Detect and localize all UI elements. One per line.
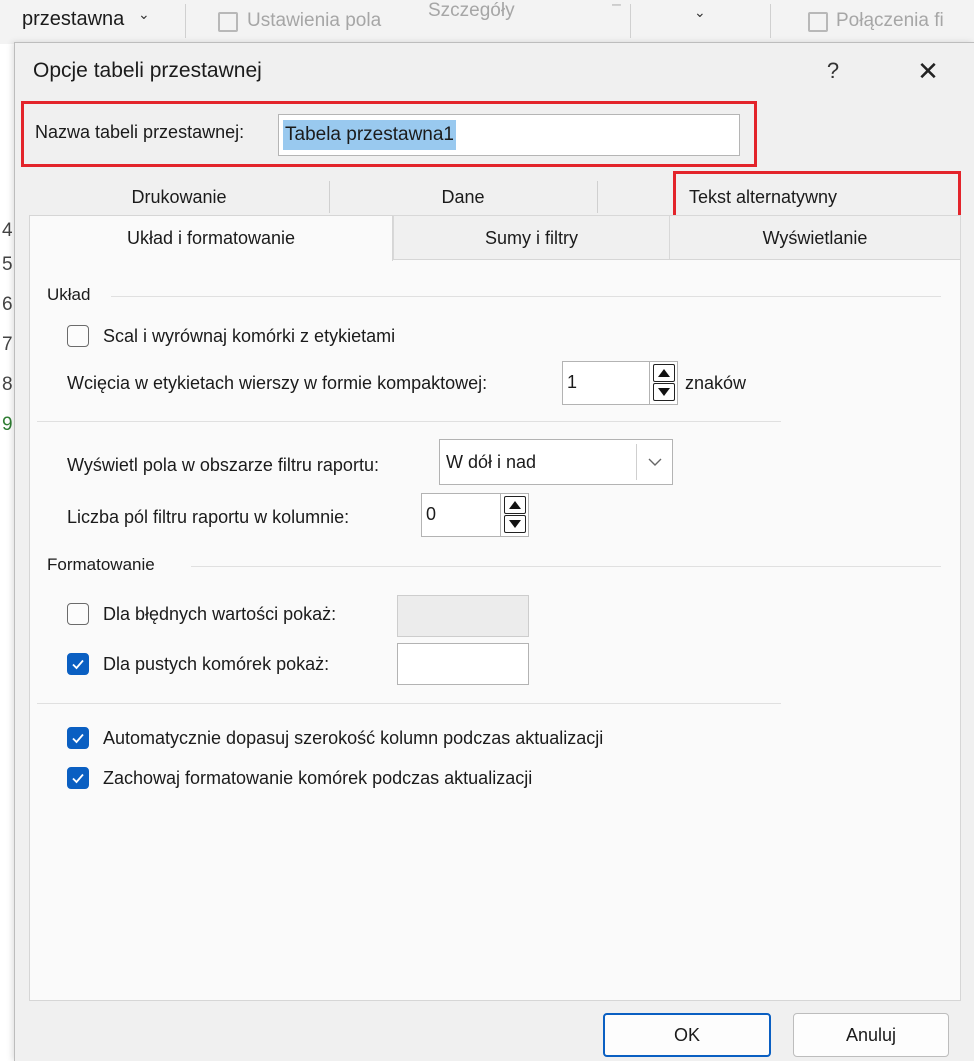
filter-count-spin — [500, 494, 528, 536]
group-formatting-label: Formatowanie — [47, 555, 155, 574]
autofit-columns-label: Automatycznie dopasuj szerokość kolumn p… — [103, 728, 604, 748]
empty-cells-input[interactable] — [397, 643, 529, 685]
filter-area-value: W dół i nad — [446, 452, 537, 472]
tab-layout-format[interactable]: Układ i formatowanie — [29, 215, 393, 261]
pivot-name-label[interactable]: przestawna — [22, 8, 124, 31]
tab-data[interactable]: Dane — [329, 175, 597, 219]
chevron-down-icon[interactable] — [636, 444, 672, 480]
empty-cells-checkbox[interactable] — [67, 653, 89, 675]
section-divider — [37, 703, 781, 704]
merge-cells-label: Scal i wyrównaj komórki z etykietami — [103, 326, 396, 346]
field-settings-icon — [218, 12, 238, 32]
error-values-input[interactable] — [397, 595, 529, 637]
indent-unit-label: znaków — [685, 373, 747, 393]
indent-label: Wcięcia w etykietach wierszy w formie ko… — [67, 373, 488, 393]
ribbon-divider — [185, 4, 186, 38]
spin-down-icon[interactable] — [504, 515, 526, 533]
row-number: 6 — [2, 294, 13, 315]
ribbon-divider — [770, 4, 771, 38]
group-layout-label: Układ — [47, 285, 91, 304]
ribbon-dash: – — [612, 0, 621, 13]
tab-display[interactable]: Wyświetlanie — [669, 215, 961, 259]
row-number: 4 — [2, 220, 13, 241]
cancel-button[interactable]: Anuluj — [793, 1013, 949, 1057]
group-divider — [111, 296, 941, 297]
autofit-columns-checkbox[interactable] — [67, 727, 89, 749]
connections-icon — [808, 12, 828, 32]
pivot-name-value: Tabela przestawna1 — [283, 120, 456, 150]
pivot-table-options-dialog: Opcje tabeli przestawnej ? ✕ Nazwa tabel… — [14, 42, 974, 1061]
spin-up-icon[interactable] — [504, 496, 526, 514]
excel-ribbon: przestawna ⌄ Ustawienia pola Szczegóły –… — [0, 0, 974, 44]
highlight-box-alt-text — [673, 171, 961, 221]
tab-totals-filters[interactable]: Sumy i filtry — [393, 215, 669, 259]
row-number: 8 — [2, 374, 13, 395]
group-divider — [191, 566, 941, 567]
details-button[interactable]: Szczegóły — [428, 0, 515, 22]
filter-area-label: Wyświetl pola w obszarze filtru raportu: — [67, 455, 379, 475]
connections-button[interactable]: Połączenia fi — [836, 10, 944, 32]
worksheet-edge: 4 5 6 7 8 9 — [0, 44, 14, 1061]
filter-count-label: Liczba pól filtru raportu w kolumnie: — [67, 507, 350, 527]
preserve-formatting-label: Zachowaj formatowanie komórek podczas ak… — [103, 768, 533, 788]
preserve-formatting-checkbox[interactable] — [67, 767, 89, 789]
row-number: 9 — [2, 414, 13, 435]
filter-count-stepper[interactable]: 0 — [421, 493, 529, 537]
chevron-down-icon[interactable]: ⌄ — [694, 4, 706, 21]
section-divider — [37, 421, 781, 422]
filter-area-select[interactable]: W dół i nad — [439, 439, 673, 485]
filter-count-value: 0 — [426, 504, 437, 524]
indent-value: 1 — [567, 372, 578, 392]
tab-printing[interactable]: Drukowanie — [29, 175, 329, 219]
dialog-title: Opcje tabeli przestawnej — [33, 59, 262, 82]
ribbon-divider — [630, 4, 631, 38]
tab-divider — [597, 181, 598, 213]
spin-down-icon[interactable] — [653, 383, 675, 401]
close-button[interactable]: ✕ — [905, 51, 951, 91]
row-number: 5 — [2, 254, 13, 275]
field-settings-button[interactable]: Ustawienia pola — [247, 10, 381, 32]
merge-cells-checkbox[interactable] — [67, 325, 89, 347]
ok-button[interactable]: OK — [603, 1013, 771, 1057]
checkmark-icon — [72, 773, 84, 784]
help-button[interactable]: ? — [810, 51, 856, 91]
indent-stepper[interactable]: 1 — [562, 361, 678, 405]
checkmark-icon — [72, 659, 84, 670]
row-number: 7 — [2, 334, 13, 355]
error-values-checkbox[interactable] — [67, 603, 89, 625]
error-values-label: Dla błędnych wartości pokaż: — [103, 604, 337, 624]
pivot-name-label: Nazwa tabeli przestawnej: — [35, 122, 245, 142]
pivot-name-input[interactable]: Tabela przestawna1 — [278, 114, 740, 156]
chevron-down-icon[interactable]: ⌄ — [138, 6, 150, 23]
checkmark-icon — [72, 733, 84, 744]
indent-spin — [649, 362, 677, 404]
empty-cells-label: Dla pustych komórek pokaż: — [103, 654, 330, 674]
spin-up-icon[interactable] — [653, 364, 675, 382]
